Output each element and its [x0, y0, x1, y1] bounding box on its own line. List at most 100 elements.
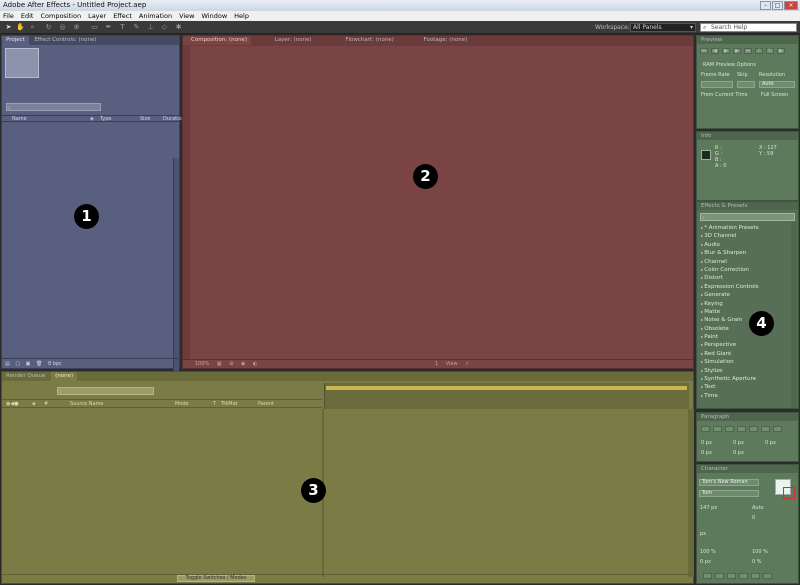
mask-tool-icon[interactable]: ▭: [90, 23, 99, 32]
space-after-field[interactable]: 0 px: [733, 450, 744, 457]
effects-search-input[interactable]: ⌕: [700, 213, 795, 221]
zoom-tool-icon[interactable]: ⌕: [28, 23, 37, 32]
tracking-field[interactable]: 0: [752, 515, 755, 522]
hand-tool-icon[interactable]: ✋: [16, 23, 25, 32]
loop-icon[interactable]: ↻: [766, 48, 774, 54]
effects-category[interactable]: Stylize: [701, 367, 789, 375]
tsume-field[interactable]: 0 %: [752, 559, 762, 566]
effects-category[interactable]: Expression Controls: [701, 283, 789, 291]
column-track-matte[interactable]: TrkMat: [221, 400, 238, 408]
workspace-select[interactable]: All Panels ▾: [630, 23, 696, 32]
effects-category[interactable]: Red Giant: [701, 350, 789, 358]
delete-icon[interactable]: 🗑: [36, 361, 42, 367]
column-name[interactable]: Name: [12, 116, 27, 122]
rotate-tool-icon[interactable]: ↻: [44, 23, 53, 32]
align-right-icon[interactable]: [725, 426, 734, 432]
next-frame-icon[interactable]: ▶: [733, 48, 741, 54]
tab-effect-controls[interactable]: Effect Controls: (none): [31, 36, 101, 45]
type-tool-icon[interactable]: T: [118, 23, 127, 32]
justify-left-icon[interactable]: [737, 426, 746, 432]
baseline-shift-field[interactable]: 0 px: [700, 559, 711, 566]
font-size-field[interactable]: 147 px: [700, 505, 717, 512]
effects-category[interactable]: Keying: [701, 300, 789, 308]
tab-layer[interactable]: Layer: (none): [253, 36, 316, 45]
tab-preview[interactable]: Preview: [697, 36, 726, 44]
effects-category[interactable]: Channel: [701, 258, 789, 266]
align-left-icon[interactable]: [701, 426, 710, 432]
project-search-input[interactable]: ⌕: [6, 103, 101, 111]
effects-scrollbar[interactable]: [791, 222, 797, 408]
help-search-input[interactable]: ⌕ Search Help: [700, 23, 797, 32]
ram-preview-icon[interactable]: ▶: [777, 48, 785, 54]
font-family-select[interactable]: Tom's New Roman: [699, 479, 759, 486]
ram-preview-options[interactable]: RAM Preview Options: [703, 62, 756, 69]
first-frame-icon[interactable]: ⏮: [700, 48, 708, 54]
new-folder-icon[interactable]: ▢: [15, 361, 20, 367]
audio-icon[interactable]: ♪: [755, 48, 763, 54]
close-button[interactable]: ×: [784, 1, 798, 10]
effects-category[interactable]: Text: [701, 383, 789, 391]
snapshot-icon[interactable]: ◉: [241, 361, 245, 367]
clone-tool-icon[interactable]: ⊥: [146, 23, 155, 32]
work-area-bar[interactable]: [326, 386, 687, 390]
column-parent[interactable]: Parent: [258, 400, 274, 408]
bit-depth-label[interactable]: 8 bpc: [48, 361, 62, 367]
frame-rate-select[interactable]: [701, 81, 733, 88]
effects-category[interactable]: Simulation: [701, 358, 789, 366]
tab-paragraph[interactable]: Paragraph: [697, 413, 733, 421]
subscript-icon[interactable]: [763, 573, 772, 579]
effects-category[interactable]: Noise & Grain: [701, 316, 789, 324]
effects-category[interactable]: Obsolete: [701, 325, 789, 333]
effects-category[interactable]: Matte: [701, 308, 789, 316]
label-tag-icon[interactable]: ◈: [90, 116, 94, 122]
align-center-icon[interactable]: [713, 426, 722, 432]
menu-edit[interactable]: Edit: [21, 11, 34, 21]
menu-animation[interactable]: Animation: [139, 11, 172, 21]
maximize-button[interactable]: □: [772, 1, 783, 10]
tab-timeline[interactable]: (none): [51, 372, 78, 381]
full-screen-checkbox[interactable]: Full Screen: [761, 92, 788, 99]
selection-tool-icon[interactable]: ➤: [4, 23, 13, 32]
prev-frame-icon[interactable]: ◀: [711, 48, 719, 54]
puppet-tool-icon[interactable]: ✱: [174, 23, 183, 32]
tab-composition[interactable]: Composition: (none): [183, 36, 251, 45]
effects-category[interactable]: 3D Channel: [701, 232, 789, 240]
camera-tool-icon[interactable]: ◎: [58, 23, 67, 32]
indent-right-field[interactable]: 0 px: [733, 440, 744, 447]
timeline-scrollbar[interactable]: [688, 409, 694, 577]
effects-category[interactable]: Synthetic Aperture: [701, 375, 789, 383]
new-comp-icon[interactable]: ▣: [26, 361, 31, 367]
effects-category[interactable]: Color Correction: [701, 266, 789, 274]
stroke-width-field[interactable]: px: [700, 531, 706, 538]
pan-behind-tool-icon[interactable]: ⊕: [72, 23, 81, 32]
stroke-color-swatch[interactable]: [783, 487, 795, 499]
tab-effects-presets[interactable]: Effects & Presets: [697, 202, 752, 210]
timeline-search-input[interactable]: ⌕: [57, 387, 154, 395]
last-frame-icon[interactable]: ⏭: [744, 48, 752, 54]
zoom-level[interactable]: 100%: [195, 361, 209, 367]
column-mode[interactable]: Mode: [175, 400, 189, 408]
indent-first-field[interactable]: 0 px: [765, 440, 776, 447]
pen-tool-icon[interactable]: ✒: [104, 23, 113, 32]
effects-category[interactable]: Paint: [701, 333, 789, 341]
brush-tool-icon[interactable]: ✎: [132, 23, 141, 32]
toggle-switches-modes-button[interactable]: Toggle Switches / Modes: [177, 575, 255, 582]
faux-bold-icon[interactable]: [703, 573, 712, 579]
av-features-icon[interactable]: ◉◀●: [6, 400, 19, 408]
column-type[interactable]: Type: [100, 116, 111, 122]
effects-category[interactable]: Time: [701, 392, 789, 400]
menu-effect[interactable]: Effect: [113, 11, 132, 21]
interpret-footage-icon[interactable]: ▤: [5, 361, 10, 367]
resolution-icon[interactable]: ▦: [217, 361, 222, 367]
tab-project[interactable]: Project: [2, 36, 29, 45]
justify-right-icon[interactable]: [761, 426, 770, 432]
horizontal-scale-field[interactable]: 100 %: [752, 549, 768, 556]
eraser-tool-icon[interactable]: ◇: [160, 23, 169, 32]
skip-select[interactable]: [737, 81, 755, 88]
minimize-button[interactable]: –: [760, 1, 771, 10]
menu-view[interactable]: View: [179, 11, 194, 21]
faux-italic-icon[interactable]: [715, 573, 724, 579]
menu-file[interactable]: File: [3, 11, 14, 21]
grid-icon[interactable]: ⊞: [229, 361, 233, 367]
tab-render-queue[interactable]: Render Queue: [2, 372, 49, 381]
